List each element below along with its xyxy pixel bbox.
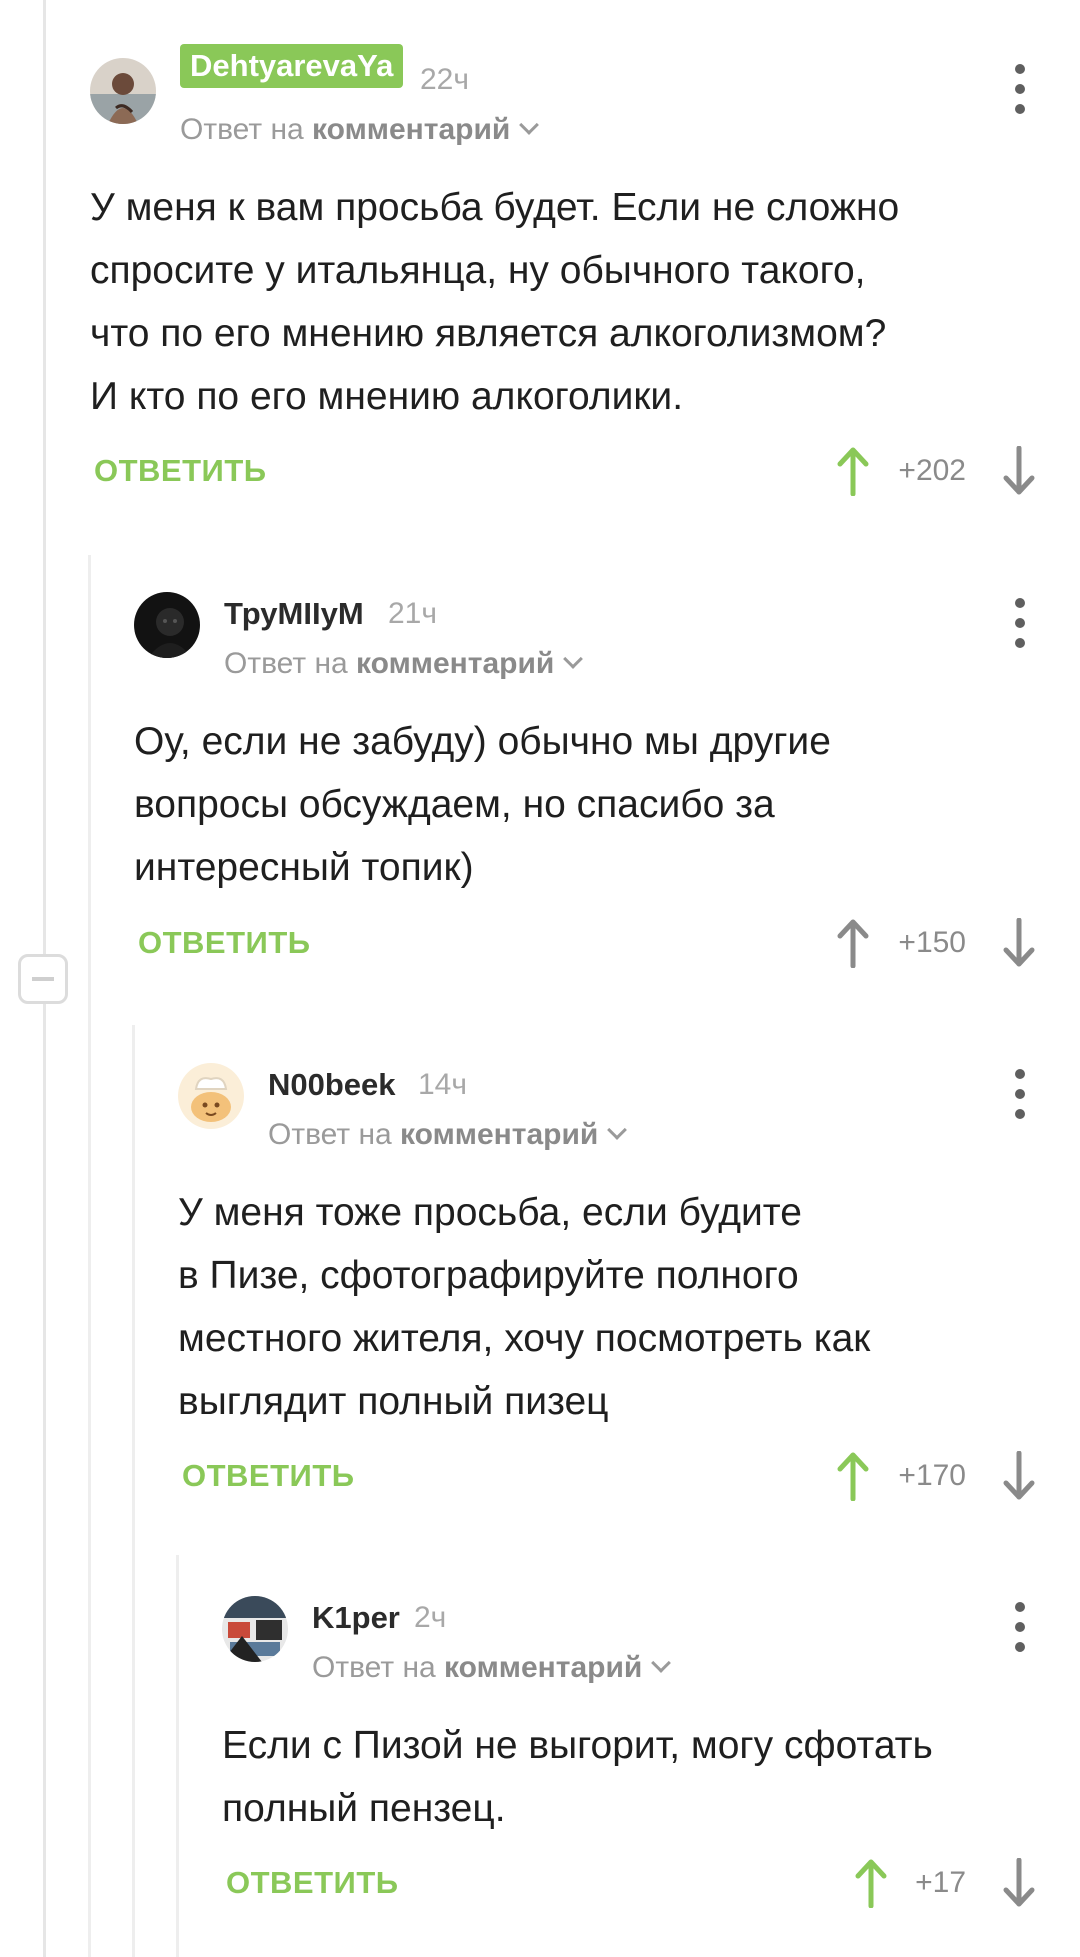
- downvote-arrow-icon[interactable]: [1002, 1451, 1036, 1501]
- reply-to-prefix: Ответ на: [180, 113, 304, 146]
- comic-avatar-icon: [222, 1596, 288, 1662]
- more-options-button[interactable]: [1012, 598, 1028, 650]
- reply-to-link[interactable]: Ответ на комментарий: [312, 1648, 672, 1688]
- upvote-arrow-icon[interactable]: [836, 1451, 870, 1501]
- comment-author[interactable]: K1per: [312, 1598, 400, 1638]
- vote-score: +202: [898, 454, 966, 487]
- chevron-down-icon: [519, 115, 540, 135]
- comment-text: У меня тоже просьба, если будите в Пизе,…: [178, 1191, 871, 1423]
- comment-text: Если с Пизой не выгорит, могу сфотать по…: [222, 1724, 933, 1830]
- dot-icon: [1015, 1622, 1025, 1632]
- reply-to-link[interactable]: Ответ на комментарий: [224, 644, 584, 684]
- avatar[interactable]: [134, 592, 200, 658]
- upvote-arrow-icon[interactable]: [836, 446, 870, 496]
- dot-icon: [1015, 1642, 1025, 1652]
- upvote-arrow-icon[interactable]: [854, 1858, 888, 1908]
- dot-icon: [1015, 1089, 1025, 1099]
- thread-line-level-3[interactable]: [176, 1555, 179, 1957]
- chevron-down-icon: [563, 649, 584, 669]
- reply-to-target[interactable]: комментарий: [444, 1651, 642, 1684]
- reply-button[interactable]: ОТВЕТИТЬ: [138, 923, 311, 963]
- vote-score: +170: [898, 1459, 966, 1492]
- comment-time: 21ч: [388, 597, 437, 630]
- comment-author[interactable]: DehtyarevaYa: [180, 44, 404, 88]
- dark-portrait-avatar-icon: [134, 592, 200, 658]
- dot-icon: [1015, 598, 1025, 608]
- dot-icon: [1015, 1109, 1025, 1119]
- comment: DehtyarevaYa 22ч Ответ на комментарий У …: [90, 44, 1080, 498]
- avatar[interactable]: [178, 1063, 244, 1129]
- avatar[interactable]: [222, 1596, 288, 1662]
- comment-time: 2ч: [414, 1601, 447, 1634]
- dot-icon: [1015, 84, 1025, 94]
- reply-to-prefix: Ответ на: [268, 1118, 392, 1151]
- comment-author[interactable]: N00beek: [268, 1065, 396, 1105]
- collapse-thread-button[interactable]: [18, 954, 68, 1004]
- thread-line-level-1[interactable]: [88, 555, 91, 1957]
- dot-icon: [1015, 64, 1025, 74]
- comment-text: Оу, если не забуду) обычно мы другие воп…: [134, 720, 831, 889]
- cartoon-chef-avatar-icon: [178, 1063, 244, 1129]
- reply-to-target[interactable]: комментарий: [312, 113, 510, 146]
- reply-to-target[interactable]: комментарий: [356, 647, 554, 680]
- reply-button[interactable]: ОТВЕТИТЬ: [182, 1456, 355, 1496]
- minus-icon: [32, 977, 54, 981]
- avatar[interactable]: [90, 58, 156, 124]
- user-photo-avatar-icon: [90, 58, 156, 124]
- reply-to-prefix: Ответ на: [312, 1651, 436, 1684]
- comment: ТруМIIуМ 21ч Ответ на комментарий Оу, ес…: [134, 592, 1080, 972]
- upvote-arrow-icon[interactable]: [836, 918, 870, 968]
- more-options-button[interactable]: [1012, 1069, 1028, 1121]
- dot-icon: [1015, 638, 1025, 648]
- more-options-button[interactable]: [1012, 1602, 1028, 1654]
- reply-to-link[interactable]: Ответ на комментарий: [268, 1115, 628, 1155]
- comment: N00beek 14ч Ответ на комментарий У меня …: [178, 1063, 1080, 1503]
- reply-button[interactable]: ОТВЕТИТЬ: [226, 1863, 399, 1903]
- vote-score: +150: [898, 926, 966, 959]
- downvote-arrow-icon[interactable]: [1002, 446, 1036, 496]
- comment-text: У меня к вам просьба будет. Если не слож…: [90, 186, 900, 418]
- chevron-down-icon: [651, 1653, 672, 1673]
- dot-icon: [1015, 618, 1025, 628]
- dot-icon: [1015, 1602, 1025, 1612]
- more-options-button[interactable]: [1012, 64, 1028, 116]
- comment-time: 14ч: [418, 1068, 467, 1101]
- reply-to-link[interactable]: Ответ на комментарий: [180, 110, 540, 150]
- comment-time: 22ч: [420, 63, 469, 96]
- thread-line-level-2[interactable]: [132, 1025, 135, 1957]
- chevron-down-icon: [607, 1120, 628, 1140]
- vote-score: +17: [915, 1866, 966, 1899]
- comment: K1per 2ч Ответ на комментарий Если с Пиз…: [222, 1596, 1080, 1926]
- dot-icon: [1015, 1069, 1025, 1079]
- downvote-arrow-icon[interactable]: [1002, 1858, 1036, 1908]
- dot-icon: [1015, 104, 1025, 114]
- downvote-arrow-icon[interactable]: [1002, 918, 1036, 968]
- comment-author[interactable]: ТруМIIуМ: [224, 594, 364, 634]
- reply-to-target[interactable]: комментарий: [400, 1118, 598, 1151]
- reply-to-prefix: Ответ на: [224, 647, 348, 680]
- reply-button[interactable]: ОТВЕТИТЬ: [94, 451, 267, 491]
